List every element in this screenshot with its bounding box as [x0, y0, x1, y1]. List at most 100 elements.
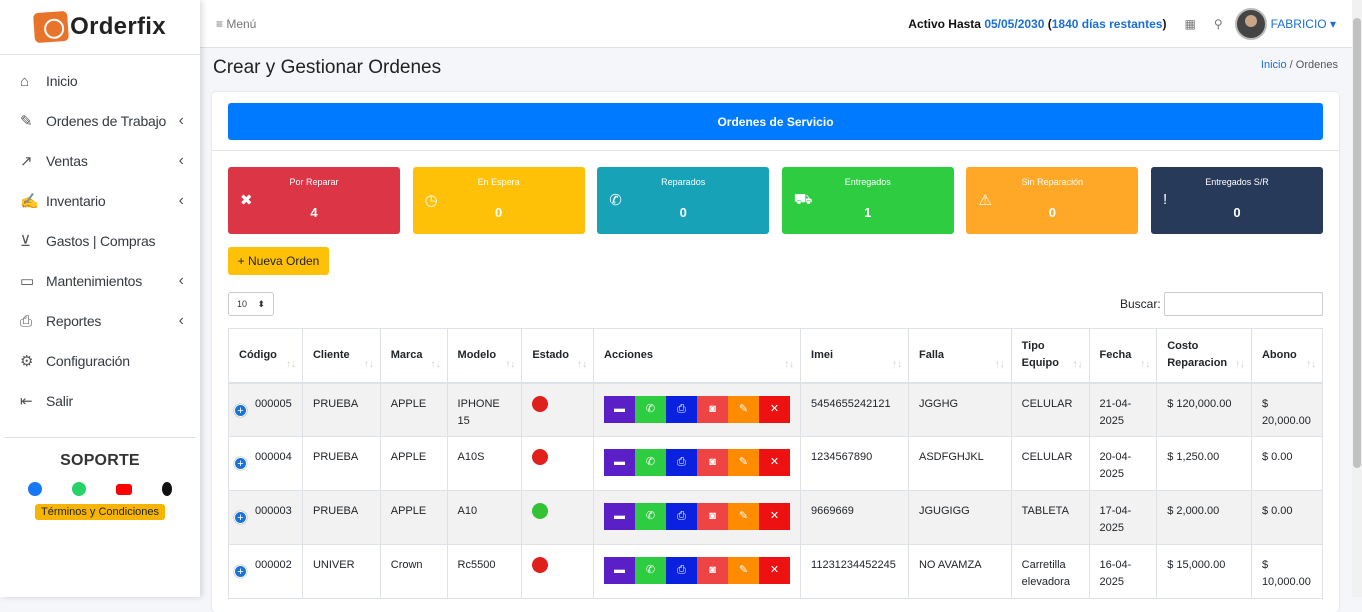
cell-text: APPLE: [390, 505, 427, 517]
stat-value: 0: [1048, 205, 1056, 220]
sidebar-item-gastos-compras[interactable]: ⊻ Gastos | Compras: [0, 221, 200, 261]
stat-card-por-reparar[interactable]: Por Reparar 4 ✖: [228, 167, 400, 234]
sidebar-item-ventas[interactable]: ↗ Ventas ‹: [0, 141, 200, 181]
avatar[interactable]: [1234, 7, 1267, 40]
column-header[interactable]: Cliente ↑↓: [301, 328, 381, 384]
camera-button[interactable]: ◙: [697, 557, 729, 584]
cell-abono: $ 0.00: [1250, 490, 1324, 545]
menu-toggle-button[interactable]: ≡ Menú: [216, 17, 256, 31]
edit-button[interactable]: ✎: [728, 395, 760, 423]
stat-card-entregados-s-r[interactable]: Entregados S/R 0!: [1151, 167, 1323, 234]
cell-text: Carretilla elevadora: [1021, 559, 1070, 588]
ticket-button[interactable]: ▬: [604, 395, 636, 423]
expand-icon[interactable]: +: [234, 403, 247, 417]
user-menu[interactable]: FABRICIO ▾: [1271, 17, 1336, 31]
column-header-label: Modelo: [457, 348, 497, 361]
print-button[interactable]: ⎙: [666, 557, 698, 584]
whatsapp-button[interactable]: ✆: [635, 449, 667, 476]
facebook-icon[interactable]: [28, 482, 42, 496]
table-row[interactable]: +000002 UNIVER Crown Rc5500 ▬ ✆ ⎙ ◙ ✎ ✕ 1123123445…: [228, 544, 1324, 599]
whatsapp-button[interactable]: ✆: [635, 557, 667, 584]
stat-label: Entregados S/R: [1205, 177, 1269, 187]
search-icon[interactable]: ⚲: [1214, 17, 1223, 31]
cell-estado: [521, 544, 595, 599]
ticket-button[interactable]: ▬: [604, 503, 636, 530]
cell-marca: APPLE: [379, 490, 448, 545]
camera-button[interactable]: ◙: [697, 449, 729, 476]
sidebar-item-salir[interactable]: ⇤ Salir: [0, 381, 200, 421]
tiktok-icon[interactable]: [162, 482, 172, 496]
delete-button[interactable]: ✕: [759, 449, 791, 476]
cart-icon: ⊻: [20, 233, 31, 250]
column-header[interactable]: Abono ↑↓: [1250, 328, 1324, 384]
cell-fecha: 20-04-2025: [1088, 436, 1158, 491]
cell-text: CELULAR: [1021, 397, 1073, 410]
cell-imei: 9669669: [800, 490, 909, 545]
sidebar-item-configuraci-n[interactable]: ⚙ Configuración: [0, 341, 200, 381]
sidebar-item-mantenimientos[interactable]: ▭ Mantenimientos ‹: [0, 261, 200, 301]
expand-icon[interactable]: +: [234, 565, 247, 578]
stat-card-reparados[interactable]: Reparados 0 ✆: [597, 167, 770, 234]
expand-icon[interactable]: +: [234, 457, 247, 470]
camera-button[interactable]: ◙: [697, 503, 729, 530]
stat-card-entregados[interactable]: Entregados 1 ⛟: [781, 167, 954, 234]
scrollbar[interactable]: [1352, 0, 1362, 597]
search-input[interactable]: [1164, 292, 1323, 316]
stat-card-en-espera[interactable]: En Espera 0 ◷: [412, 167, 585, 234]
stat-icon: ⛟: [793, 191, 813, 208]
new-order-button[interactable]: + Nueva Orden: [228, 247, 329, 275]
sort-icon: ↑↓: [994, 358, 1005, 370]
chevron-left-icon: ‹: [178, 152, 184, 169]
delete-button[interactable]: ✕: [759, 557, 791, 584]
delete-button[interactable]: ✕: [759, 395, 791, 423]
column-header[interactable]: Acciones ↑↓: [593, 328, 802, 384]
table-row[interactable]: +000005 PRUEBA APPLE IPHONE 15 ▬ ✆ ⎙ ◙ ✎ ✕ 5454655…: [228, 382, 1324, 437]
edit-button[interactable]: ✎: [728, 449, 760, 476]
breadcrumb-home[interactable]: Inicio: [1261, 59, 1287, 71]
whatsapp-button[interactable]: ✆: [635, 503, 667, 530]
column-header[interactable]: Código ↑↓: [228, 328, 303, 384]
youtube-icon[interactable]: [116, 484, 132, 495]
delete-button[interactable]: ✕: [759, 503, 791, 530]
sidebar-item-inicio[interactable]: ⌂ Inicio: [0, 61, 200, 101]
brand[interactable]: Orderfix: [0, 0, 200, 55]
ticket-button[interactable]: ▬: [604, 449, 636, 476]
calculator-icon[interactable]: ▦: [1184, 17, 1195, 31]
camera-button[interactable]: ◙: [697, 395, 729, 423]
table-row[interactable]: +000004 PRUEBA APPLE A10S ▬ ✆ ⎙ ◙ ✎ ✕ 1234567890 AS…: [228, 436, 1324, 491]
edit-button[interactable]: ✎: [728, 503, 760, 530]
sidebar-item-ordenes-de-trabajo[interactable]: ✎ Ordenes de Trabajo ‹: [0, 101, 200, 141]
ticket-button[interactable]: ▬: [604, 557, 636, 584]
expand-icon[interactable]: +: [234, 511, 247, 524]
column-header[interactable]: Costo Reparacion ↑↓: [1156, 328, 1252, 384]
column-header[interactable]: Estado ↑↓: [521, 328, 595, 384]
scrollbar-thumb[interactable]: [1353, 18, 1361, 468]
terms-link[interactable]: Términos y Condiciones: [35, 504, 165, 520]
column-header[interactable]: Falla ↑↓: [907, 328, 1012, 384]
cell-acciones: ▬ ✆ ⎙ ◙ ✎ ✕: [593, 436, 802, 491]
whatsapp-button[interactable]: ✆: [635, 395, 667, 423]
cell-text: 17-04-2025: [1099, 505, 1132, 534]
divider: [212, 150, 1339, 151]
cell-costo: $ 1,250.00: [1156, 436, 1252, 491]
sort-icon: ↑↓: [1140, 358, 1151, 370]
print-button[interactable]: ⎙: [666, 449, 698, 476]
action-buttons: ▬ ✆ ⎙ ◙ ✎ ✕: [604, 395, 791, 423]
page-length-select[interactable]: 10 ⬍: [228, 292, 274, 316]
print-button[interactable]: ⎙: [666, 395, 698, 423]
sidebar-item-inventario[interactable]: ✍ Inventario ‹: [0, 181, 200, 221]
print-button[interactable]: ⎙: [666, 503, 698, 530]
edit-button[interactable]: ✎: [728, 557, 760, 584]
sidebar-item-reportes[interactable]: ⎙ Reportes ‹: [0, 301, 200, 341]
stat-icon: ◷: [424, 192, 438, 209]
whatsapp-icon[interactable]: [72, 482, 86, 496]
cell-falla: JGUGIGG: [907, 490, 1012, 545]
cell-fecha: 17-04-2025: [1088, 490, 1158, 545]
table-row[interactable]: +000003 PRUEBA APPLE A10 ▬ ✆ ⎙ ◙ ✎ ✕ 9669669 JGUGIG…: [228, 490, 1324, 545]
column-header[interactable]: Modelo ↑↓: [446, 328, 523, 384]
column-header[interactable]: Fecha ↑↓: [1088, 328, 1158, 384]
column-header[interactable]: Tipo Equipo ↑↓: [1010, 328, 1090, 384]
stat-card-sin-reparaci-n[interactable]: Sin Reparación 0 ⚠: [966, 167, 1139, 234]
column-header[interactable]: Imei ↑↓: [800, 328, 909, 384]
column-header[interactable]: Marca ↑↓: [379, 328, 448, 384]
